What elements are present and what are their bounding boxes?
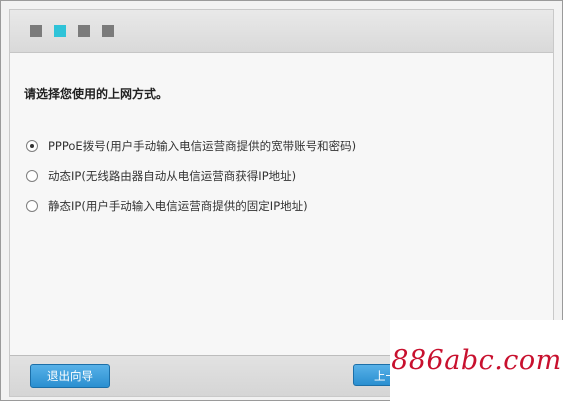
option-static-ip[interactable]: 静态IP(用户手动输入电信运营商提供的固定IP地址) (26, 198, 308, 214)
watermark-text: 886abc.com (391, 345, 562, 376)
radio-static-ip[interactable] (26, 200, 38, 212)
option-pppoe-label: PPPoE拨号(用户手动输入电信运营商提供的宽带账号和密码) (48, 139, 357, 153)
option-dynamic-ip-label: 动态IP(无线路由器自动从电信运营商获得IP地址) (48, 169, 297, 183)
radio-pppoe[interactable] (26, 140, 38, 152)
exit-wizard-button[interactable]: 退出向导 (30, 364, 110, 388)
page-prompt: 请选择您使用的上网方式。 (24, 87, 169, 101)
radio-dynamic-ip[interactable] (26, 170, 38, 182)
step-indicator-1 (30, 25, 42, 37)
wizard-header (10, 10, 553, 53)
step-indicator-4 (102, 25, 114, 37)
watermark: 886abc.com (390, 320, 563, 401)
option-dynamic-ip[interactable]: 动态IP(无线路由器自动从电信运营商获得IP地址) (26, 168, 296, 184)
option-static-ip-label: 静态IP(用户手动输入电信运营商提供的固定IP地址) (48, 199, 308, 213)
option-pppoe[interactable]: PPPoE拨号(用户手动输入电信运营商提供的宽带账号和密码) (26, 138, 356, 154)
step-indicator-3 (78, 25, 90, 37)
step-indicator-2-active (54, 25, 66, 37)
